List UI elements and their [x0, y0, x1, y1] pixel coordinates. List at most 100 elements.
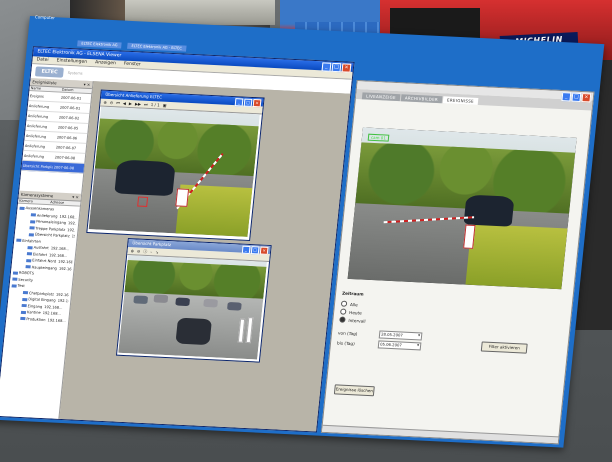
minimize-button[interactable]: _ [561, 92, 572, 102]
close-button[interactable]: × [341, 63, 352, 73]
tree-label: Security [18, 277, 34, 282]
maximize-button[interactable]: □ [243, 98, 253, 107]
viewer-title: Übersicht Anlieferung ELTEC [105, 91, 163, 100]
camera-viewer-2: Übersicht Parkplatz _ □ × ⊕ ⊖ ⓘ – ↘ [115, 238, 272, 363]
minimize-button[interactable]: _ [241, 245, 251, 255]
to-date-select[interactable]: 05.06.2007 [377, 340, 422, 351]
forward-icon[interactable]: ▶▶ [135, 101, 142, 106]
parked-car [133, 295, 149, 305]
menu-view[interactable]: Anzeigen [95, 59, 116, 67]
scene: MICHELIN Computer ELTEC Elektronik AG EL… [0, 0, 612, 462]
play-icon[interactable]: ▶ [129, 101, 133, 106]
event-date: 2007-06-01 [60, 95, 82, 101]
radio-label: Heute [348, 309, 363, 316]
arrow-icon[interactable]: ↘ [155, 249, 159, 254]
zoom-in-icon[interactable]: ⊕ [130, 248, 134, 253]
event-name: Anlieferung [26, 123, 48, 129]
radio-dot[interactable] [340, 300, 348, 307]
close-button[interactable]: × [581, 93, 592, 103]
event-date: 2007-06-08 [53, 164, 75, 170]
tree-address: 192.168... [57, 259, 73, 265]
tree-label: Kantine [26, 310, 41, 315]
camera-image-parking [118, 255, 268, 360]
overlay-box: cam 01 [367, 133, 390, 142]
app-logo-sub: Systems [67, 70, 83, 76]
workspace: Übersicht Anlieferung ELTEC _ □ × ⊕ ⊖ ⏮ … [59, 81, 351, 432]
camera-icon [28, 232, 35, 236]
tab-live[interactable]: LIVEANZEIGE [361, 92, 401, 102]
parked-car [226, 302, 242, 311]
folder-icon [16, 238, 22, 242]
minimize-button[interactable]: _ [234, 98, 244, 107]
menu-file[interactable]: Datei [36, 56, 49, 64]
right-panel: _ □ × LIVEANZEIGE ARCHIVBILDER EREIGNISS… [320, 80, 595, 445]
camera-icon [22, 290, 29, 295]
tab-events[interactable]: EREIGNISSE [442, 96, 479, 105]
from-date-select[interactable]: 28.05.2007 [378, 330, 423, 341]
camera-icon [21, 303, 27, 308]
first-icon[interactable]: ⏮ [116, 100, 120, 105]
tree-label: Einfahrt Nord [32, 258, 57, 264]
close-button[interactable]: × [259, 246, 269, 255]
back-icon[interactable]: ◀ [123, 101, 127, 106]
camera-icon [30, 219, 36, 223]
folder-icon [19, 206, 25, 210]
tree-label: Aussenkameras [25, 206, 55, 212]
taskbar-tab[interactable]: ELTEC Elektronik AG [77, 40, 122, 49]
maximize-button[interactable]: □ [331, 62, 342, 73]
tree-label: Produktion [26, 316, 46, 322]
save-icon[interactable]: ▣ [162, 103, 166, 108]
camera-icon [22, 297, 28, 301]
reset-button[interactable]: Ereignisse löschen [333, 384, 375, 397]
tree-address: 192.168... [48, 252, 68, 258]
radio-label: Intervall [348, 317, 366, 324]
minus-icon[interactable]: – [150, 249, 153, 254]
tab-archive[interactable]: ARCHIVBILDER [400, 94, 443, 104]
barrier-post [175, 188, 190, 207]
maximize-button[interactable]: □ [250, 246, 260, 255]
zoom-out-icon[interactable]: ⊖ [137, 249, 141, 254]
tree-label: Einfahrten [22, 238, 42, 244]
car [114, 159, 176, 197]
folder-icon [12, 277, 18, 281]
parked-car [153, 294, 169, 304]
camera-icon [30, 213, 37, 217]
tree-label: Chefparkplatz [28, 290, 55, 296]
cameras-title: Kamerasysteme [20, 191, 54, 199]
filter-button[interactable]: Filter aktivieren [480, 341, 528, 354]
tree-label: Personaleingang [36, 219, 67, 225]
tree-label: Treppe Parkplatz [35, 226, 66, 232]
camera-icon [25, 265, 31, 269]
minimize-button[interactable]: _ [321, 62, 332, 72]
radio-dot-selected[interactable] [339, 316, 346, 323]
event-name: Ereignis [29, 93, 45, 99]
large-camera-image: cam 01 [347, 127, 577, 290]
car [175, 317, 212, 346]
close-button[interactable]: × [252, 99, 262, 108]
zoom-in-icon[interactable]: ⊕ [103, 100, 107, 105]
menu-window[interactable]: Fenster [123, 61, 141, 69]
tree-address: 192.168... [57, 298, 69, 304]
parked-car [175, 297, 191, 307]
desktop-label: Computer [34, 14, 56, 21]
main-window: ELTEC Elektronik AG - ELSENA Viewer _ □ … [0, 46, 355, 433]
event-date: 2007-06-05 [57, 125, 79, 130]
last-icon[interactable]: ⏭ [144, 102, 148, 107]
pin-icon[interactable]: ▾ × [83, 81, 90, 88]
maximize-button[interactable]: □ [571, 92, 582, 102]
radio-dot[interactable] [339, 308, 347, 315]
info-icon[interactable]: ⓘ [143, 248, 148, 254]
detection-box [137, 196, 149, 207]
camera-icon [26, 252, 33, 256]
event-name: Anlieferung [25, 133, 47, 139]
filter-form: Zeitraum Alle Heute Intervall [339, 291, 562, 335]
pin-icon[interactable]: ▾ × [72, 193, 79, 200]
app-logo: ELTEC [34, 66, 65, 78]
camera-icon [27, 245, 33, 249]
camera-image-entrance [88, 106, 260, 237]
viewer-title: Übersicht Parkplatz [132, 240, 172, 248]
tree-label: ROBOTS [18, 270, 35, 276]
zoom-out-icon[interactable]: ⊖ [110, 100, 114, 105]
camera-icon [26, 258, 32, 262]
grass [465, 224, 568, 290]
